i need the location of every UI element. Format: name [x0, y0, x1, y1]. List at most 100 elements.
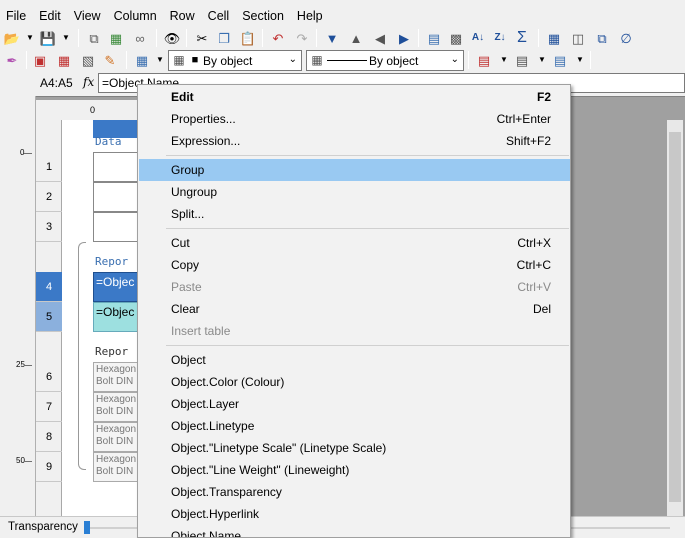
row-header-7[interactable]: 7 [36, 392, 62, 422]
link-icon[interactable]: ∞ [130, 28, 150, 48]
menu-item-group[interactable]: Group [139, 159, 570, 181]
row-header-9[interactable]: 9 [36, 452, 62, 482]
table-cell[interactable]: Hexagon Bolt DIN [93, 452, 143, 482]
menu-item-object-transparency[interactable]: Object.Transparency [139, 481, 570, 503]
fx-icon[interactable]: fx [83, 75, 94, 89]
menu-item-copy[interactable]: Copy Ctrl+C [139, 254, 570, 276]
menu-section[interactable]: Section [236, 6, 291, 28]
row-header-8[interactable]: 8 [36, 422, 62, 452]
menu-item-cut[interactable]: Cut Ctrl+X [139, 232, 570, 254]
table-cell[interactable]: Hexagon Bolt DIN [93, 392, 143, 422]
book-icon[interactable]: ⧉ [592, 28, 612, 48]
dropdown-arrow-icon[interactable]: ▼ [570, 50, 590, 70]
move-right-icon[interactable]: ▶ [394, 28, 414, 48]
cut-icon[interactable]: ✂ [192, 28, 212, 48]
grid-icon[interactable]: ▦ [132, 50, 152, 70]
row-header-4[interactable]: 4 [36, 272, 62, 302]
chevron-down-icon: ⌄ [450, 54, 459, 65]
row-header-2[interactable]: 2 [36, 182, 62, 212]
menu-item-shortcut: Ctrl+Enter [496, 112, 551, 126]
menu-cell[interactable]: Cell [202, 6, 237, 28]
menu-item-edit[interactable]: Edit F2 [139, 86, 570, 108]
row-header-5[interactable]: 5 [36, 302, 62, 332]
sum-icon[interactable]: Σ [512, 28, 532, 48]
report-icon[interactable]: ▩ [446, 28, 466, 48]
table-cell[interactable]: Hexagon Bolt DIN [93, 362, 143, 392]
valign-icon[interactable]: ▤ [512, 50, 532, 70]
preview-eye-icon[interactable]: 👁 [162, 28, 182, 48]
excel-icon[interactable]: ▦ [106, 28, 126, 48]
transparency-slider[interactable] [84, 521, 90, 534]
table-cell[interactable]: Hexagon Bolt DIN [93, 422, 143, 452]
merge-icon[interactable]: ▦ [54, 50, 74, 70]
table-cell[interactable] [93, 212, 143, 242]
table-icon[interactable]: ▦ [544, 28, 564, 48]
dropdown-arrow-icon[interactable]: ▼ [150, 50, 170, 70]
menu-row[interactable]: Row [164, 6, 202, 28]
row-header-6[interactable]: 6 [36, 362, 62, 392]
chart-icon[interactable]: ▤ [424, 28, 444, 48]
fill-color-select[interactable]: ▦ ■ By object ⌄ [168, 50, 302, 71]
table-cell[interactable] [93, 182, 143, 212]
edit-cell-icon[interactable]: ✎ [100, 50, 120, 70]
dropdown-arrow-icon[interactable]: ▼ [56, 28, 76, 48]
paint-brush-icon[interactable]: ✒ [2, 50, 22, 70]
wrap-icon[interactable]: ▤ [550, 50, 570, 70]
menu-item-object-color[interactable]: Object.Color (Colour) [139, 371, 570, 393]
menu-help[interactable]: Help [291, 6, 330, 28]
menu-item-label: Clear [171, 302, 200, 316]
menu-item-label: Object."Linetype Scale" (Linetype Scale) [171, 441, 387, 455]
sort-az-icon[interactable]: A↓ [468, 28, 488, 48]
dropdown-arrow-icon[interactable]: ▼ [532, 50, 552, 70]
copy-format-icon[interactable]: ⧉ [84, 28, 104, 48]
open-folder-icon[interactable]: 📂 [2, 28, 22, 48]
menu-item-ungroup[interactable]: Ungroup [139, 181, 570, 203]
save-icon[interactable]: 💾 [38, 28, 58, 48]
menu-item-object-line-weight[interactable]: Object."Line Weight" (Lineweight) [139, 459, 570, 481]
menu-item-clear[interactable]: Clear Del [139, 298, 570, 320]
table-cell[interactable] [93, 152, 143, 182]
color-swatch-icon: ■ [191, 53, 199, 66]
menu-column[interactable]: Column [108, 6, 164, 28]
menu-item-shortcut: Shift+F2 [505, 134, 551, 148]
menu-item-split[interactable]: Split... [139, 203, 570, 225]
sort-za-icon[interactable]: Z↓ [490, 28, 510, 48]
menu-item-object-layer[interactable]: Object.Layer [139, 393, 570, 415]
selected-cell-a4[interactable]: =Objec [93, 272, 143, 302]
cell-reference: A4:A5 [40, 76, 73, 90]
toolbar-separator [538, 29, 539, 47]
menu-item-object-hyperlink[interactable]: Object.Hyperlink [139, 503, 570, 525]
redo-icon[interactable]: ↷ [292, 28, 312, 48]
move-left-icon[interactable]: ◀ [370, 28, 390, 48]
border-icon[interactable]: ▣ [30, 50, 50, 70]
menu-item-properties[interactable]: Properties... Ctrl+Enter [139, 108, 570, 130]
selected-cell-a5[interactable]: =Objec [93, 302, 143, 332]
move-up-icon[interactable]: ▲ [346, 28, 366, 48]
scrollbar-thumb[interactable] [669, 132, 681, 502]
toolbar-separator [316, 29, 317, 47]
line-type-select[interactable]: ▦ By object ⌄ [306, 50, 464, 71]
menu-item-object-linetype[interactable]: Object.Linetype [139, 415, 570, 437]
menu-item-label: Copy [171, 258, 200, 272]
dropdown-arrow-icon[interactable]: ▼ [494, 50, 514, 70]
menu-item-label: Properties... [171, 112, 236, 126]
menu-item-object-name[interactable]: Object.Name [139, 525, 570, 537]
split-cells-icon[interactable]: ▧ [78, 50, 98, 70]
menu-item-object-linetype-scale[interactable]: Object."Linetype Scale" (Linetype Scale) [139, 437, 570, 459]
copy-icon[interactable]: ❐ [214, 28, 234, 48]
calculator-icon[interactable]: ◫ [568, 28, 588, 48]
paste-icon[interactable]: 📋 [238, 28, 258, 48]
undo-icon[interactable]: ↶ [268, 28, 288, 48]
move-down-icon[interactable]: ▼ [322, 28, 342, 48]
menu-file[interactable]: File [0, 6, 33, 28]
dropdown-arrow-icon[interactable]: ▼ [20, 28, 40, 48]
left-ruler [0, 96, 36, 516]
align-icon[interactable]: ▤ [474, 50, 494, 70]
menu-item-expression[interactable]: Expression... Shift+F2 [139, 130, 570, 152]
menu-item-object[interactable]: Object [139, 349, 570, 371]
menu-edit[interactable]: Edit [33, 6, 68, 28]
row-header-1[interactable]: 1 [36, 152, 62, 182]
row-header-3[interactable]: 3 [36, 212, 62, 242]
null-symbol-icon[interactable]: ∅ [616, 28, 636, 48]
menu-view[interactable]: View [68, 6, 108, 28]
